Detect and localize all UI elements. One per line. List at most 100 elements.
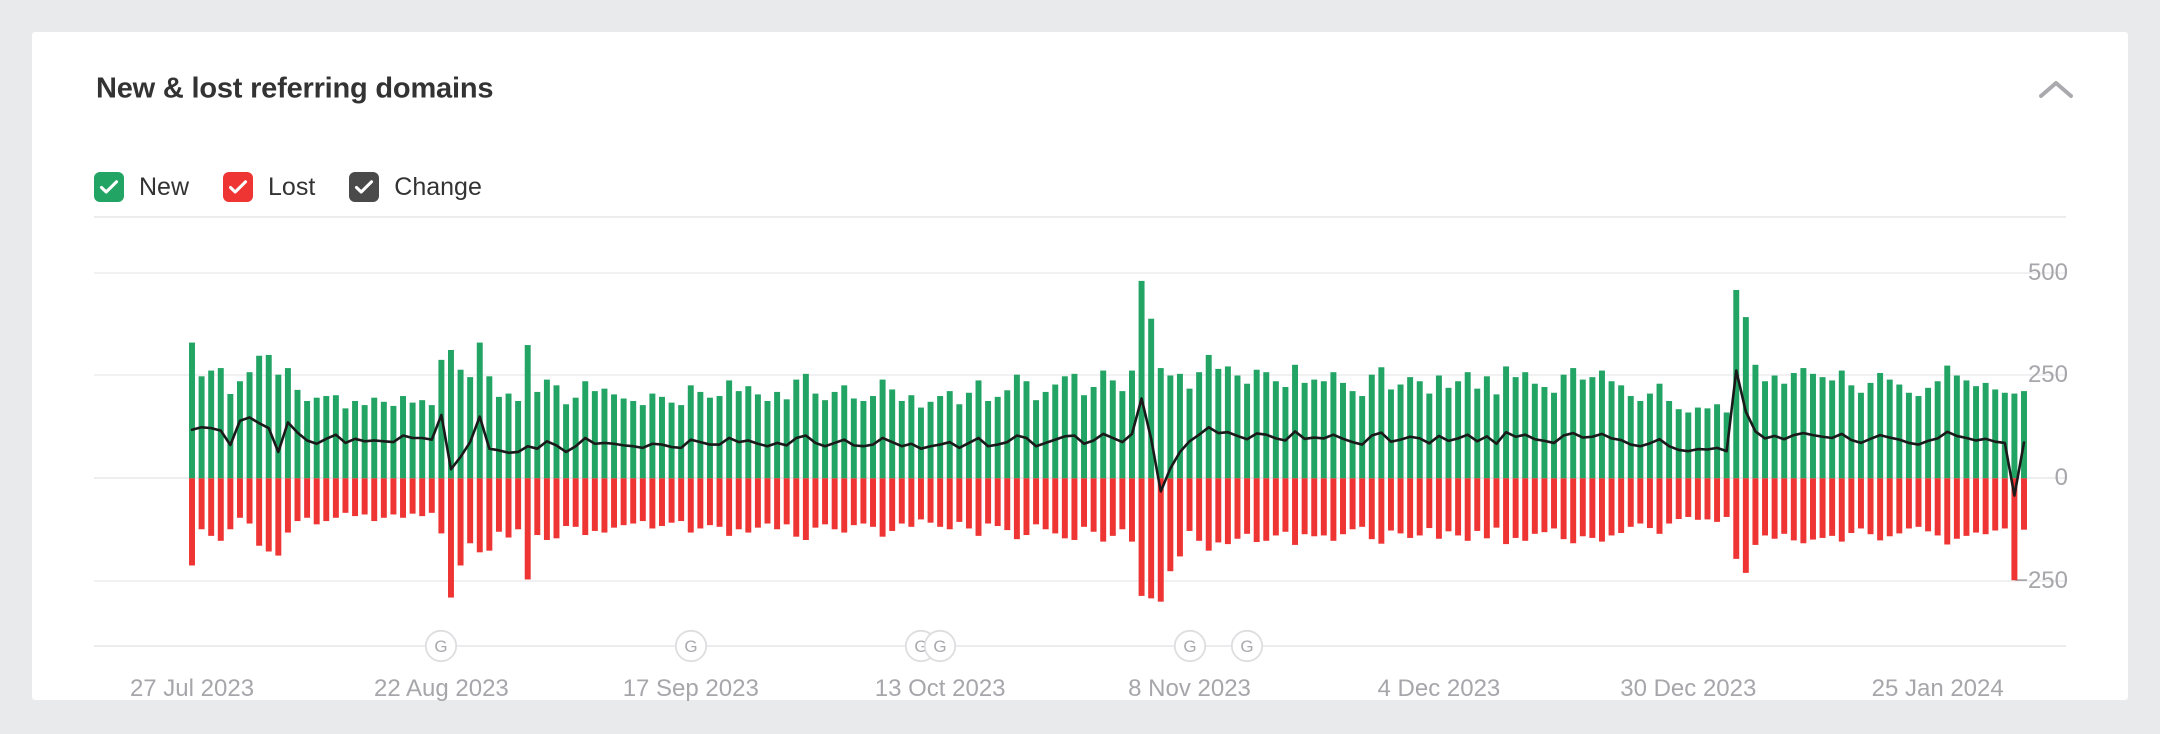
bar-lost[interactable] [1244,478,1250,534]
bar-new[interactable] [765,401,771,478]
google-update-marker[interactable]: G [674,629,708,663]
bar-lost[interactable] [1925,478,1931,531]
bar-new[interactable] [966,393,972,479]
bar-new[interactable] [1714,404,1720,478]
bar-lost[interactable] [1167,478,1173,571]
bar-lost[interactable] [908,478,914,527]
bar-new[interactable] [1158,368,1164,478]
bar-new[interactable] [1570,368,1576,478]
bar-new[interactable] [1541,387,1547,478]
bar-lost[interactable] [1340,478,1346,534]
change-line[interactable] [192,371,2024,496]
bar-new[interactable] [918,408,924,479]
bar-lost[interactable] [1129,478,1135,541]
bar-lost[interactable] [419,478,425,516]
bar-lost[interactable] [1637,478,1643,523]
bar-lost[interactable] [601,478,607,532]
bar-new[interactable] [640,405,646,478]
google-update-marker[interactable]: G [424,629,458,663]
bar-lost[interactable] [1762,478,1768,535]
bar-lost[interactable] [515,478,521,529]
bar-lost[interactable] [1139,478,1145,596]
bar-new[interactable] [1254,370,1260,479]
bar-new[interactable] [189,343,195,479]
bar-lost[interactable] [630,478,636,523]
bar-lost[interactable] [1177,478,1183,556]
bar-new[interactable] [1493,394,1499,478]
bar-new[interactable] [1647,394,1653,479]
bar-lost[interactable] [1215,478,1221,542]
bar-new[interactable] [410,403,416,479]
bar-lost[interactable] [237,478,243,517]
bar-lost[interactable] [1963,478,1969,536]
bar-new[interactable] [1043,392,1049,478]
bar-new[interactable] [1561,375,1567,479]
bar-lost[interactable] [1091,478,1097,531]
bar-lost[interactable] [1628,478,1634,527]
bar-new[interactable] [1752,365,1758,479]
bar-new[interactable] [1091,387,1097,478]
bar-new[interactable] [314,398,320,479]
bar-lost[interactable] [1206,478,1212,550]
bar-lost[interactable] [304,478,310,517]
bar-lost[interactable] [841,478,847,532]
bar-lost[interactable] [784,478,790,524]
bar-new[interactable] [554,385,560,478]
bar-lost[interactable] [1100,478,1106,541]
bar-new[interactable] [1935,381,1941,478]
bar-lost[interactable] [1724,478,1730,517]
bar-lost[interactable] [1417,478,1423,535]
bar-lost[interactable] [1398,478,1404,533]
bar-lost[interactable] [1848,478,1854,533]
bar-lost[interactable] [1676,478,1682,519]
bar-new[interactable] [1599,371,1605,479]
bar-lost[interactable] [1858,478,1864,528]
bar-lost[interactable] [1551,478,1557,528]
bar-lost[interactable] [1330,478,1336,541]
bar-new[interactable] [1235,375,1241,478]
bar-lost[interactable] [1235,478,1241,538]
bar-new[interactable] [1436,375,1442,478]
bar-new[interactable] [611,394,617,478]
bar-new[interactable] [371,398,377,479]
bar-lost[interactable] [765,478,771,523]
bar-new[interactable] [630,401,636,478]
bar-new[interactable] [1004,390,1010,478]
bar-lost[interactable] [822,478,828,524]
bar-lost[interactable] [659,478,665,526]
bar-new[interactable] [1350,391,1356,478]
bar-new[interactable] [870,396,876,478]
bar-lost[interactable] [189,478,195,565]
bar-new[interactable] [563,404,569,478]
bar-lost[interactable] [1263,478,1269,541]
bar-lost[interactable] [1282,478,1288,531]
bar-lost[interactable] [1110,478,1116,536]
bar-lost[interactable] [295,478,301,521]
bar-lost[interactable] [1033,478,1039,524]
bar-new[interactable] [1944,366,1950,479]
bar-new[interactable] [1676,409,1682,478]
bar-new[interactable] [1311,380,1317,479]
bar-new[interactable] [1398,385,1404,479]
google-update-marker[interactable]: G [923,629,957,663]
bar-lost[interactable] [390,478,396,514]
bar-lost[interactable] [1714,478,1720,522]
google-update-marker[interactable]: G [1173,629,1207,663]
bar-lost[interactable] [582,478,588,535]
bar-new[interactable] [582,381,588,478]
bar-lost[interactable] [717,478,723,527]
bar-lost[interactable] [1561,478,1567,539]
bar-lost[interactable] [1944,478,1950,544]
bar-new[interactable] [678,405,684,478]
bar-lost[interactable] [333,478,339,517]
bar-new[interactable] [1657,384,1663,479]
bar-lost[interactable] [1695,478,1701,520]
bar-lost[interactable] [1781,478,1787,534]
bar-new[interactable] [1014,375,1020,479]
bar-lost[interactable] [1513,478,1519,538]
bar-new[interactable] [649,394,655,479]
bar-lost[interactable] [1081,478,1087,527]
legend-item-change[interactable]: Change [349,172,482,202]
bar-new[interactable] [976,380,982,478]
bar-new[interactable] [1446,388,1452,478]
